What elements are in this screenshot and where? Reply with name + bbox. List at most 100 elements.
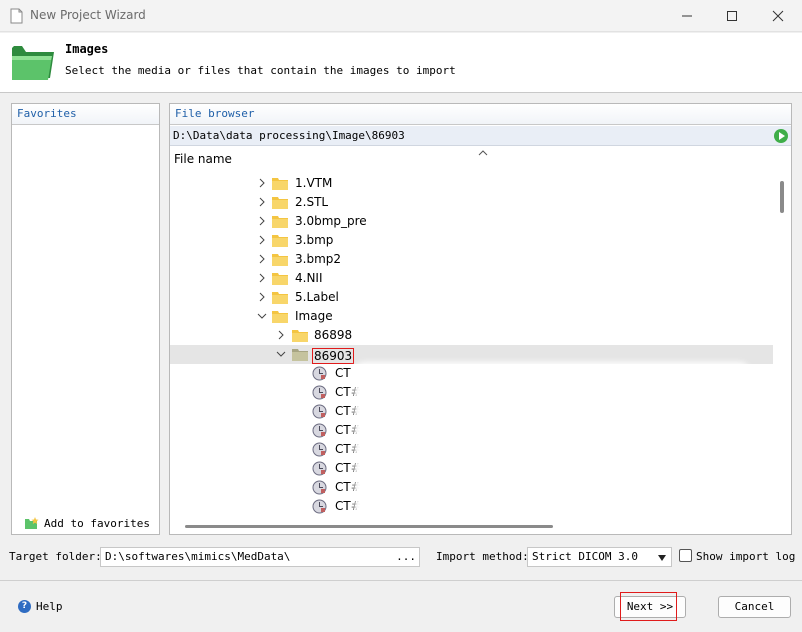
folder-icon	[272, 273, 288, 285]
vertical-scrollbar[interactable]	[773, 172, 791, 518]
file-browser-title: File browser	[170, 104, 791, 125]
help-icon: ?	[18, 600, 31, 613]
dicom-file-icon	[312, 423, 327, 438]
target-folder-value: D:\softwares\mimics\MedData\	[105, 550, 291, 563]
chevron-right-icon[interactable]	[256, 253, 268, 265]
tree-item-label: 3.bmp	[295, 233, 334, 247]
help-button[interactable]: ? Help	[18, 600, 63, 613]
favorites-panel: Favorites Add to favorites	[11, 103, 160, 535]
tree-item-label: 2.STL	[295, 195, 329, 209]
import-method-select[interactable]: Strict DICOM 3.0	[527, 547, 672, 567]
vertical-scroll-thumb[interactable]	[780, 181, 784, 213]
redaction-mask	[356, 384, 736, 402]
dicom-file-icon	[312, 499, 327, 514]
page-title: Images	[65, 42, 109, 56]
tree-item-label: 4.NII	[295, 271, 323, 285]
folder-icon	[292, 330, 308, 342]
title-bar: New Project Wizard	[0, 0, 802, 32]
dicom-file-icon	[312, 442, 327, 457]
import-method-label: Import method:	[436, 550, 529, 563]
target-folder-field[interactable]: D:\softwares\mimics\MedData\ ...	[100, 547, 420, 567]
show-import-log-checkbox[interactable]	[679, 549, 692, 562]
redaction-mask	[356, 365, 748, 383]
chevron-down-icon[interactable]	[256, 310, 268, 322]
browse-button[interactable]: ...	[396, 548, 416, 566]
page-subtitle: Select the media or files that contain t…	[65, 64, 456, 77]
footer-divider	[0, 580, 802, 581]
highlight-outline: 86903	[312, 348, 355, 364]
folder-open-icon	[272, 311, 288, 323]
tree-item-folder[interactable]: 3.bmp	[170, 231, 774, 250]
folder-icon	[272, 178, 288, 190]
favorites-title: Favorites	[12, 104, 159, 125]
tree-item-label: Image	[295, 309, 333, 323]
chevron-right-icon[interactable]	[256, 196, 268, 208]
next-highlight-outline	[620, 592, 677, 621]
tree-item-folder[interactable]: Image	[170, 307, 774, 326]
target-folder-label: Target folder:	[9, 550, 102, 563]
sort-ascending-icon	[478, 150, 488, 156]
dropdown-arrow-icon	[658, 555, 666, 561]
folder-icon	[12, 46, 54, 80]
minimize-button[interactable]	[669, 4, 705, 28]
wizard-header: Images Select the media or files that co…	[0, 33, 802, 93]
chevron-right-icon[interactable]	[275, 329, 287, 341]
file-tree[interactable]: 1.VTM 2.STL 3.0bmp_pre 3.bmp 3.bmp2 4.NI…	[170, 172, 774, 518]
tree-item-folder[interactable]: 3.0bmp_pre	[170, 212, 774, 231]
folder-icon	[272, 235, 288, 247]
tree-item-label: 86898	[314, 328, 353, 342]
tree-item-label: 3.0bmp_pre	[295, 214, 367, 228]
close-button[interactable]	[760, 4, 796, 28]
add-favorite-icon	[25, 517, 39, 529]
maximize-icon	[727, 11, 737, 21]
chevron-right-icon[interactable]	[256, 291, 268, 303]
go-icon[interactable]	[774, 129, 788, 143]
tree-item-label: 5.Label	[295, 290, 339, 304]
redaction-mask	[356, 479, 754, 497]
dicom-file-icon	[312, 461, 327, 476]
dicom-file-icon	[312, 366, 327, 381]
tree-item-folder[interactable]: 1.VTM	[170, 174, 774, 193]
column-header-file-name[interactable]: File name	[170, 148, 791, 170]
tree-item-folder[interactable]: 4.NII	[170, 269, 774, 288]
chevron-right-icon[interactable]	[256, 234, 268, 246]
folder-icon	[272, 197, 288, 209]
column-header-label: File name	[174, 152, 232, 166]
maximize-button[interactable]	[714, 4, 750, 28]
close-icon	[772, 10, 784, 22]
dicom-file-icon	[312, 404, 327, 419]
tree-item-label: CT	[335, 366, 351, 380]
path-bar[interactable]: D:\Data\data processing\Image\86903	[170, 126, 791, 146]
window-title: New Project Wizard	[30, 8, 146, 22]
redaction-mask	[356, 403, 741, 421]
dicom-file-icon	[312, 480, 327, 495]
horizontal-scroll-thumb[interactable]	[185, 525, 553, 528]
file-browser-panel: File browser D:\Data\data processing\Ima…	[169, 103, 792, 535]
horizontal-scrollbar[interactable]	[170, 520, 791, 534]
import-method-value: Strict DICOM 3.0	[532, 550, 638, 563]
redaction-mask	[356, 422, 744, 440]
folder-icon	[272, 292, 288, 304]
chevron-right-icon[interactable]	[256, 272, 268, 284]
chevron-down-icon[interactable]	[275, 348, 287, 360]
cancel-button[interactable]: Cancel	[718, 596, 791, 618]
minimize-icon	[682, 15, 692, 17]
tree-item-folder[interactable]: 86898	[170, 326, 774, 345]
path-text: D:\Data\data processing\Image\86903	[173, 129, 405, 142]
redaction-mask	[356, 498, 754, 516]
tree-item-folder[interactable]: 3.bmp2	[170, 250, 774, 269]
document-icon	[10, 8, 23, 24]
add-to-favorites-button[interactable]: Add to favorites	[24, 516, 150, 530]
redaction-mask	[356, 441, 751, 459]
tree-item-label: 3.bmp2	[295, 252, 342, 266]
help-label: Help	[36, 600, 63, 613]
redaction-mask	[356, 460, 748, 478]
add-to-favorites-label: Add to favorites	[44, 516, 150, 530]
chevron-right-icon[interactable]	[256, 215, 268, 227]
tree-item-folder[interactable]: 2.STL	[170, 193, 774, 212]
chevron-right-icon[interactable]	[256, 177, 268, 189]
tree-item-folder-selected[interactable]: 86903	[170, 345, 774, 364]
show-import-log-label: Show import log	[696, 550, 796, 563]
folder-icon	[272, 216, 288, 228]
tree-item-folder[interactable]: 5.Label	[170, 288, 774, 307]
